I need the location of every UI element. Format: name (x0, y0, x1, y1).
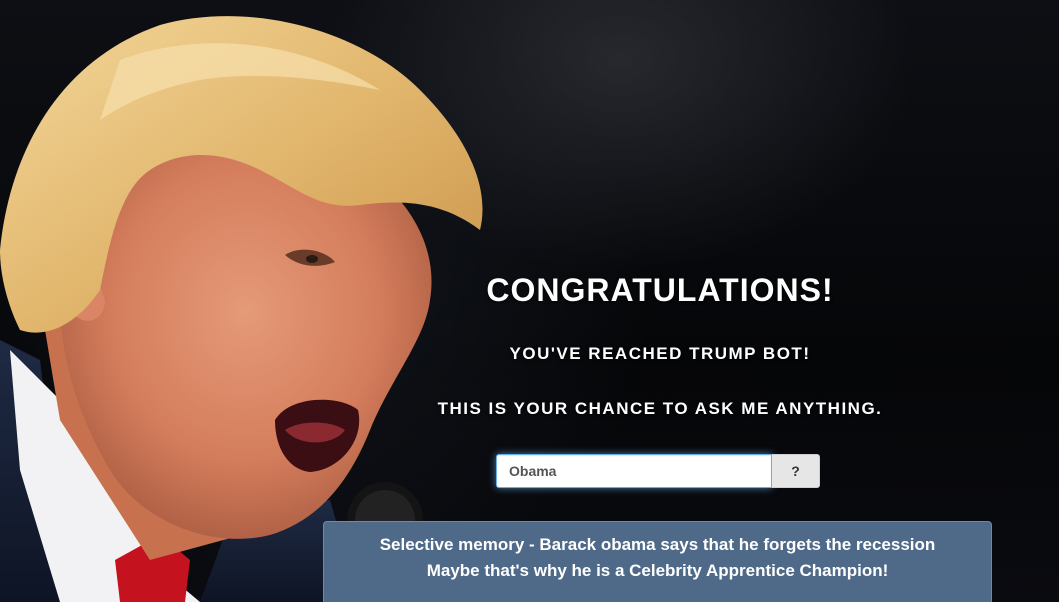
ask-form: ? (496, 454, 820, 488)
answer-line-1: Selective memory - Barack obama says tha… (379, 535, 936, 554)
prompt-subheading: THIS IS YOUR CHANCE TO ASK ME ANYTHING. (437, 399, 883, 418)
answer-line-2: Maybe that's why he is a Celebrity Appre… (426, 561, 889, 580)
page: CONGRATULATIONS! YOU'VE REACHED TRUMP BO… (0, 0, 1059, 602)
question-input[interactable] (496, 454, 772, 488)
answer-panel: Selective memory - Barack obama says tha… (323, 521, 992, 602)
congratulations-heading: CONGRATULATIONS! (486, 272, 834, 308)
ask-button[interactable]: ? (772, 454, 820, 488)
welcome-subheading: YOU'VE REACHED TRUMP BOT! (509, 344, 811, 363)
